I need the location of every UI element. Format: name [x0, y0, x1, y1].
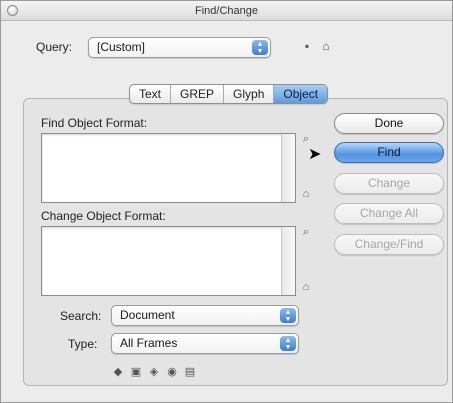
- find-type-tabs: Text GREP Glyph Object: [129, 84, 329, 104]
- change-object-format-label: Change Object Format:: [41, 209, 166, 223]
- type-label: Type:: [68, 337, 98, 351]
- tab-grep[interactable]: GREP: [171, 85, 225, 103]
- chevron-updown-icon: ▲ ▼: [280, 336, 296, 351]
- find-object-format-box[interactable]: [41, 133, 296, 203]
- find-button[interactable]: Find: [334, 142, 444, 163]
- tab-glyph[interactable]: Glyph: [224, 85, 275, 103]
- mouse-cursor-icon: ➤: [308, 146, 322, 163]
- search-options-icons: ◆ ▣ ◈ ◉ ▤: [111, 365, 197, 378]
- title-bar[interactable]: Find/Change: [1, 1, 452, 21]
- include-locked-layers-icon[interactable]: ◆: [111, 365, 125, 378]
- save-query-icon[interactable]: ▪: [300, 39, 314, 53]
- chevron-updown-icon: ▲ ▼: [280, 308, 296, 323]
- delete-query-icon[interactable]: ⌂: [319, 39, 333, 53]
- change-all-button[interactable]: Change All: [334, 203, 444, 224]
- type-value: All Frames: [120, 336, 178, 350]
- magnifier-format-icon[interactable]: ⌕: [299, 226, 313, 239]
- trash-icon[interactable]: ⌂: [299, 281, 313, 293]
- change-object-format-box[interactable]: [41, 226, 296, 296]
- change-button[interactable]: Change: [334, 173, 444, 194]
- tab-text[interactable]: Text: [130, 85, 172, 103]
- change-find-button[interactable]: Change/Find: [334, 234, 444, 255]
- window-title: Find/Change: [195, 5, 258, 17]
- tab-object[interactable]: Object: [274, 85, 328, 103]
- find-format-scrollbar[interactable]: [281, 134, 295, 202]
- include-master-pages-icon[interactable]: ◉: [165, 365, 179, 378]
- include-hidden-layers-icon[interactable]: ◈: [147, 365, 161, 378]
- done-button[interactable]: Done: [334, 113, 444, 134]
- include-locked-objects-icon[interactable]: ▣: [129, 365, 143, 378]
- query-select[interactable]: [Custom] ▲ ▼: [88, 37, 271, 58]
- search-scope-select[interactable]: Document ▲ ▼: [111, 305, 299, 326]
- trash-icon[interactable]: ⌂: [299, 188, 313, 200]
- search-label: Search:: [60, 309, 102, 323]
- find-object-format-label: Find Object Format:: [41, 116, 148, 130]
- include-footnotes-icon[interactable]: ▤: [183, 365, 197, 378]
- search-scope-value: Document: [120, 308, 175, 322]
- query-select-value: [Custom]: [97, 40, 146, 54]
- type-select[interactable]: All Frames ▲ ▼: [111, 333, 299, 354]
- change-format-scrollbar[interactable]: [281, 227, 295, 295]
- close-icon[interactable]: [7, 5, 18, 16]
- chevron-updown-icon: ▲ ▼: [252, 40, 268, 55]
- query-label: Query:: [36, 40, 73, 54]
- find-change-window: Find/Change Query: [Custom] ▲ ▼ ▪ ⌂ Text …: [0, 0, 453, 403]
